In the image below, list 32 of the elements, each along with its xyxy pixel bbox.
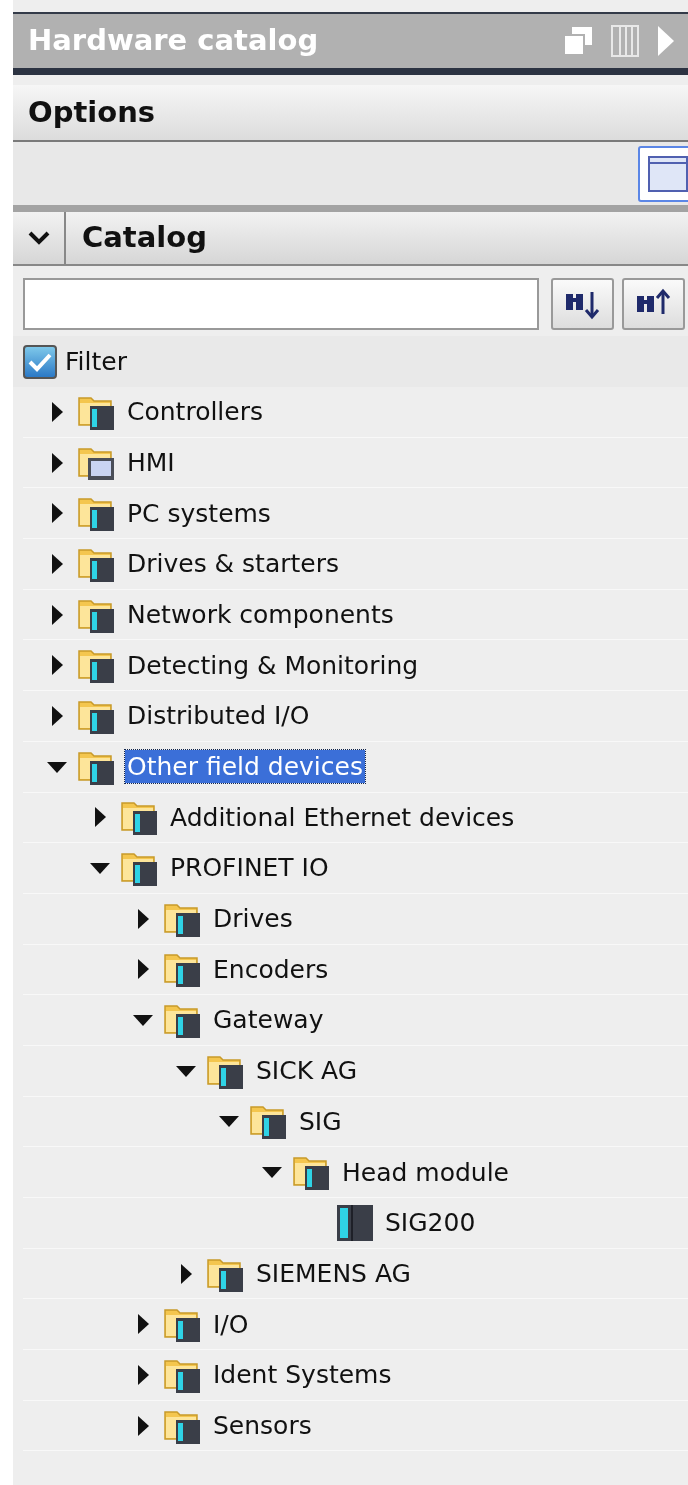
tree-item[interactable]: SIG <box>297 1104 344 1139</box>
tree-item[interactable]: Gateway <box>211 1003 326 1037</box>
panel-title: Hardware catalog <box>28 22 319 60</box>
view-button[interactable] <box>638 145 688 202</box>
filter-checkbox[interactable] <box>23 344 57 379</box>
tree-item[interactable]: PROFINET IO <box>168 851 331 885</box>
tree-item[interactable]: Distributed I/O <box>125 699 312 733</box>
tree-item[interactable]: Network components <box>125 597 396 632</box>
tree-item[interactable]: Detecting & Monitoring <box>125 648 421 682</box>
tree-item[interactable]: SIG200 <box>383 1206 478 1240</box>
tree-item[interactable]: SICK AG <box>254 1054 360 1088</box>
tree-item[interactable]: HMI <box>125 445 177 480</box>
tree-item[interactable]: Drives & starters <box>125 547 341 581</box>
tree-item[interactable]: SIEMENS AG <box>254 1256 413 1291</box>
tree-item[interactable]: Encoders <box>211 952 331 987</box>
tree-item[interactable]: Sensors <box>211 1408 314 1443</box>
search-up-button[interactable] <box>622 278 685 330</box>
tree-item[interactable]: Head module <box>340 1155 511 1189</box>
tree-item[interactable]: Ident Systems <box>211 1358 394 1392</box>
tree-item[interactable]: PC systems <box>125 496 273 530</box>
section-title: Options <box>28 93 156 131</box>
tree-item[interactable]: I/O <box>211 1307 251 1341</box>
tree-item[interactable]: Drives <box>211 902 295 936</box>
search-down-button[interactable] <box>551 278 614 330</box>
tree-item[interactable]: Other field devices <box>125 750 365 784</box>
search-field[interactable] <box>23 278 539 330</box>
device-icon <box>335 1202 375 1243</box>
window-icon <box>648 155 688 192</box>
tree-item[interactable]: Controllers <box>125 395 265 429</box>
section-title: Catalog <box>82 219 207 257</box>
filter-label: Filter <box>65 345 127 378</box>
tree-item[interactable]: Additional Ethernet devices <box>168 800 517 834</box>
